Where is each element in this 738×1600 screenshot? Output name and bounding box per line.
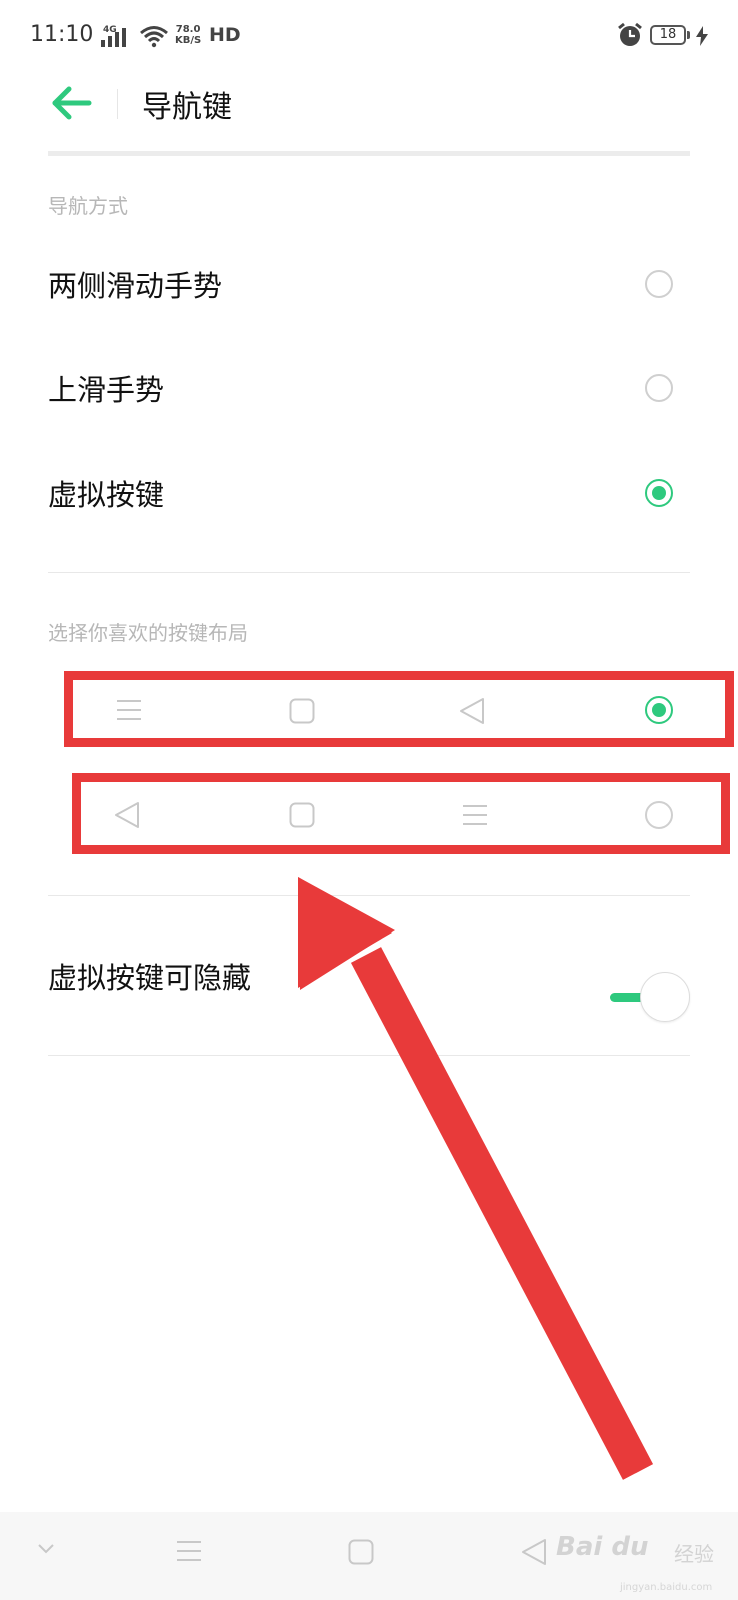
toggle-knob [640,972,690,1022]
battery-icon: 18 [650,25,686,45]
speed-value: 78.0 [175,24,201,35]
chevron-down-icon[interactable] [37,1542,55,1556]
header-divider [117,89,118,119]
section-divider [48,895,690,896]
section-divider [48,572,690,573]
charging-icon [696,26,708,46]
battery-level: 18 [659,27,677,42]
back-arrow-icon[interactable] [52,86,92,120]
hide-virtual-keys-row: 虚拟按键可隐藏 [48,928,690,1024]
signal-icon [101,28,126,47]
hd-indicator: HD [209,24,241,46]
hide-keys-toggle[interactable] [608,971,690,1023]
battery-tip [687,31,690,39]
watermark-suffix: 经验 [674,1542,714,1566]
header-separator [48,151,690,156]
wifi-icon [140,26,168,48]
section-divider [48,1055,690,1056]
back-triangle-icon[interactable] [521,1538,547,1566]
home-square-icon[interactable] [348,1539,374,1565]
radio-button[interactable] [645,270,673,298]
option-swipe-up-gesture[interactable]: 上滑手势 [48,340,690,436]
status-time: 11:10 [30,22,94,47]
option-label: 上滑手势 [48,373,165,407]
speed-unit: KB/S [175,35,202,46]
watermark-url: jingyan.baidu.com [620,1582,713,1593]
hide-keys-label: 虚拟按键可隐藏 [48,961,252,995]
section-label-key-layout: 选择你喜欢的按键布局 [48,621,248,645]
section-label-nav-method: 导航方式 [48,194,128,218]
network-speed: 78.0 KB/S [175,24,201,46]
radio-button-selected[interactable] [645,479,673,507]
status-bar: 11:10 4G 78.0 KB/S HD 18 [0,0,738,70]
annotation-box [72,773,730,854]
annotation-box [64,671,734,747]
alarm-icon [618,22,642,46]
option-label: 两侧滑动手势 [48,269,223,303]
watermark-brand: Bai du [556,1532,649,1562]
page-title: 导航键 [142,90,232,125]
option-label: 虚拟按键 [48,478,165,512]
radio-button[interactable] [645,374,673,402]
option-two-side-gesture[interactable]: 两侧滑动手势 [48,236,690,332]
menu-icon[interactable] [176,1539,202,1563]
option-virtual-keys[interactable]: 虚拟按键 [48,445,690,541]
